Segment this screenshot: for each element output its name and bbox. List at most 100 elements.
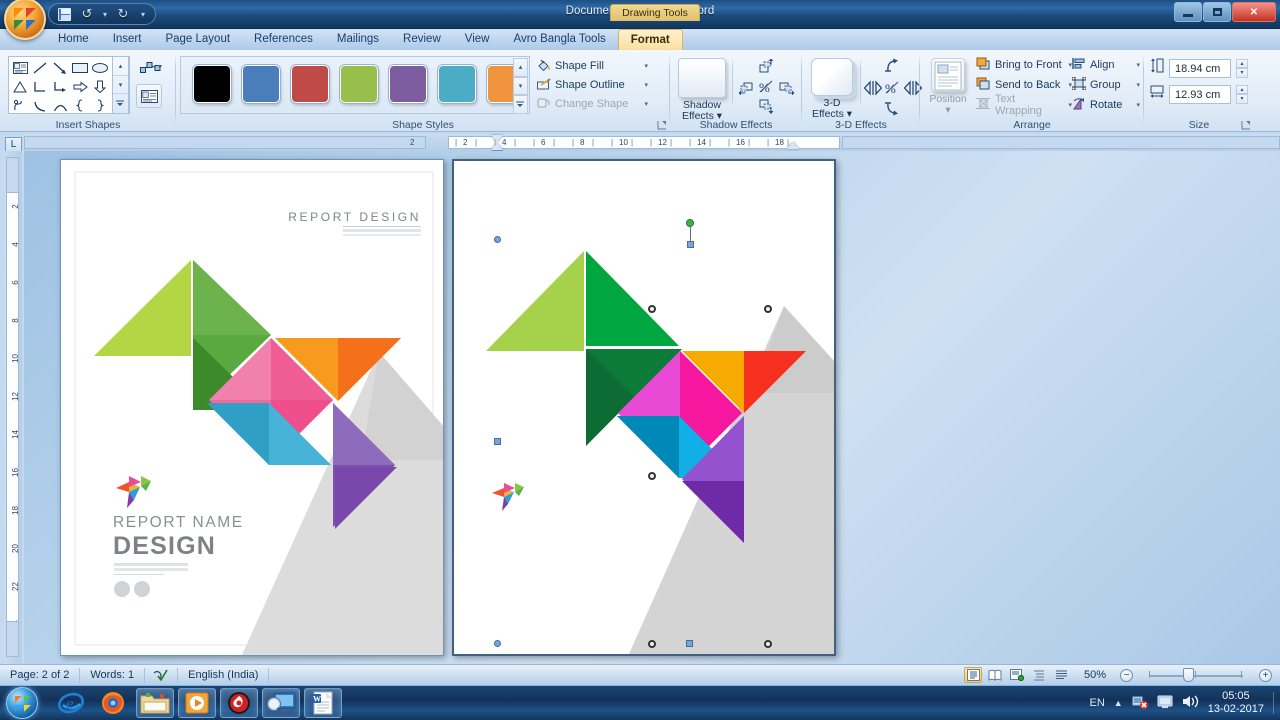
line-arrow-icon[interactable]: [50, 58, 70, 77]
shapes-gallery-scrollbar[interactable]: ▴ ▾: [112, 56, 129, 114]
office-button[interactable]: [4, 0, 46, 40]
tilt-down-button[interactable]: [881, 97, 903, 119]
down-arrow-icon[interactable]: [90, 77, 110, 96]
tray-display-icon[interactable]: [1157, 694, 1173, 712]
elbow-connector-icon[interactable]: [30, 77, 50, 96]
oval-icon[interactable]: [90, 58, 110, 77]
status-proofing-button[interactable]: [145, 667, 179, 683]
view-draft-button[interactable]: [1052, 667, 1070, 683]
shapes-scroll-up-button[interactable]: ▴: [113, 57, 128, 76]
styles-scroll-up-button[interactable]: ▴: [513, 58, 528, 77]
selection-handle-bottom-mid-a[interactable]: [648, 472, 656, 480]
tab-avro-bangla-tools[interactable]: Avro Bangla Tools: [501, 29, 617, 50]
taskbar-clock[interactable]: 05:05 13-02-2017: [1208, 690, 1264, 716]
shadow-on-off-button[interactable]: %: [756, 76, 778, 98]
width-down-icon[interactable]: ▾: [1236, 94, 1248, 104]
rectangle-icon[interactable]: [70, 58, 90, 77]
width-up-icon[interactable]: ▴: [1236, 84, 1248, 94]
restore-button[interactable]: [1203, 2, 1231, 22]
shape-styles-gallery[interactable]: ▴ ▾: [180, 56, 530, 115]
tilt-left-button[interactable]: [862, 77, 884, 99]
shape-styles-scrollbar[interactable]: ▴ ▾: [513, 58, 528, 115]
shape-style-swatch-5[interactable]: [389, 65, 427, 103]
taskbar-microsoft-word[interactable]: W: [304, 688, 342, 718]
document-page-1[interactable]: REPORT DESIGN REPORT NAME DESIGN: [60, 159, 444, 656]
selection-handle-bottom-right[interactable]: [764, 640, 772, 648]
rotation-handle[interactable]: [686, 219, 694, 248]
tab-page-layout[interactable]: Page Layout: [153, 29, 242, 50]
size-dialog-launcher[interactable]: [1240, 120, 1251, 131]
styles-more-button[interactable]: [513, 95, 528, 115]
right-arrow-icon[interactable]: [70, 77, 90, 96]
nudge-shadow-up-button[interactable]: [755, 56, 777, 78]
triangle-icon[interactable]: [10, 77, 30, 96]
freeform-icon[interactable]: [10, 96, 30, 115]
taskbar-screen-recorder[interactable]: [262, 688, 300, 718]
shape-style-swatch-6[interactable]: [438, 65, 476, 103]
taskbar-firefox[interactable]: [94, 688, 132, 718]
selection-handle-top-center[interactable]: [686, 241, 694, 248]
three-d-on-off-button[interactable]: %: [882, 77, 904, 99]
zoom-out-button[interactable]: −: [1120, 668, 1133, 682]
shape-styles-dialog-launcher[interactable]: [656, 120, 667, 131]
show-desktop-button[interactable]: [1273, 692, 1274, 714]
shape-width-stepper[interactable]: ▴ ▾: [1236, 84, 1248, 104]
horizontal-ruler[interactable]: 2 | | 4 | | 6 | | 8 | | 10 | | 12 | | 14 | | 16 | | 18 | | 2: [24, 134, 1280, 151]
selection-handle-mid-b[interactable]: [764, 305, 772, 313]
selection-handle-mid-a[interactable]: [648, 305, 656, 313]
selection-handle-bottom-center[interactable]: [686, 640, 693, 647]
taskbar-media-player[interactable]: [178, 688, 216, 718]
styles-scroll-down-button[interactable]: ▾: [513, 76, 528, 96]
tray-volume-icon[interactable]: [1182, 694, 1199, 712]
send-to-back-button[interactable]: Send to Back ▾: [976, 75, 1072, 95]
tab-format[interactable]: Format: [617, 29, 683, 50]
status-language[interactable]: English (India): [178, 667, 270, 683]
tab-stop-selector[interactable]: L: [5, 137, 22, 152]
zoom-level-label[interactable]: 50%: [1074, 669, 1116, 681]
close-button[interactable]: ✕: [1232, 2, 1276, 22]
tilt-up-button[interactable]: [881, 55, 903, 77]
height-down-icon[interactable]: ▾: [1236, 68, 1248, 78]
draw-text-box-button[interactable]: [136, 84, 162, 108]
text-wrapping-button[interactable]: Text Wrapping ▾: [976, 93, 1072, 117]
start-button[interactable]: [6, 687, 38, 719]
document-canvas[interactable]: REPORT DESIGN REPORT NAME DESIGN: [24, 151, 1280, 664]
zoom-slider[interactable]: [1137, 668, 1255, 682]
right-brace-icon[interactable]: [90, 96, 110, 115]
shape-outline-button[interactable]: Shape Outline ▾: [536, 75, 648, 94]
shape-style-swatch-2[interactable]: [242, 65, 280, 103]
left-brace-icon[interactable]: [70, 96, 90, 115]
change-shape-button[interactable]: Change Shape ▾: [536, 94, 648, 113]
view-print-layout-button[interactable]: [964, 667, 982, 683]
line-icon[interactable]: [30, 58, 50, 77]
selection-handle-top-left[interactable]: [494, 236, 501, 243]
zoom-in-button[interactable]: +: [1259, 668, 1272, 682]
view-full-screen-reading-button[interactable]: [986, 667, 1004, 683]
text-box-icon[interactable]: [10, 58, 30, 77]
shape-height-stepper[interactable]: ▴ ▾: [1236, 58, 1248, 78]
nudge-shadow-left-button[interactable]: [736, 76, 758, 98]
status-word-count[interactable]: Words: 1: [80, 667, 146, 683]
selection-handle-mid-left[interactable]: [494, 438, 501, 445]
group-button[interactable]: Group ▾: [1071, 75, 1140, 95]
selection-handle-bottom-mid-b[interactable]: [648, 640, 656, 648]
shape-style-swatch-4[interactable]: [340, 65, 378, 103]
tab-view[interactable]: View: [453, 29, 502, 50]
view-outline-button[interactable]: [1030, 667, 1048, 683]
nudge-shadow-down-button[interactable]: [756, 96, 778, 118]
right-indent-marker[interactable]: [787, 142, 799, 149]
shape-fill-button[interactable]: Shape Fill ▾: [536, 56, 648, 75]
arc-icon[interactable]: [50, 96, 70, 115]
three-d-effects-button[interactable]: 3-D Effects ▾: [806, 58, 858, 120]
position-button[interactable]: Position ▾: [922, 58, 974, 116]
shape-style-swatch-1[interactable]: [193, 65, 231, 103]
tab-insert[interactable]: Insert: [101, 29, 154, 50]
minimize-button[interactable]: [1174, 2, 1202, 22]
bring-to-front-button[interactable]: Bring to Front ▾: [976, 55, 1072, 75]
taskbar-antivirus[interactable]: [220, 688, 258, 718]
tray-network-icon[interactable]: [1132, 694, 1148, 712]
tray-show-hidden-icon[interactable]: ▲: [1114, 698, 1123, 708]
rotate-button[interactable]: Rotate ▾: [1072, 95, 1140, 115]
selection-handle-bottom-left[interactable]: [494, 640, 501, 647]
first-line-indent-marker[interactable]: [491, 135, 503, 150]
